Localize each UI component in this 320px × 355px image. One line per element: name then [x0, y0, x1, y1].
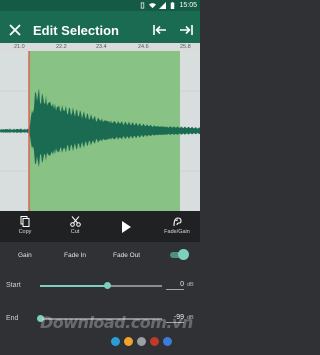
- status-bar: 15:05: [0, 0, 200, 11]
- mode-gain[interactable]: Gain: [18, 252, 32, 259]
- mode-toggle[interactable]: [168, 249, 189, 261]
- mode-fade-in[interactable]: Fade In: [64, 252, 86, 259]
- start-label: Start: [6, 282, 21, 289]
- edit-toolbar: Copy Cut Fade/Gain: [0, 211, 200, 242]
- watermark-dot: [163, 337, 172, 346]
- start-slider-thumb[interactable]: [103, 282, 111, 289]
- watermark-dots: [111, 337, 172, 346]
- fade-gain-button[interactable]: Fade/Gain: [157, 211, 197, 242]
- ruler-tick: 21.0: [14, 44, 25, 50]
- page-title: Edit Selection: [33, 23, 119, 38]
- end-label: End: [6, 315, 19, 322]
- waveform-view[interactable]: [0, 51, 200, 211]
- play-icon: [122, 221, 131, 233]
- ruler-tick: 22.2: [56, 44, 67, 50]
- ruler-tick: 23.4: [96, 44, 107, 50]
- status-icons: 15:05: [139, 1, 197, 10]
- status-time: 15:05: [179, 2, 197, 9]
- mode-fade-out[interactable]: Fade Out: [113, 252, 140, 259]
- signal-icon: [159, 2, 167, 9]
- ruler-tick: 24.6: [138, 44, 149, 50]
- wifi-icon: [149, 3, 157, 9]
- close-icon[interactable]: [7, 22, 23, 38]
- watermark-dot: [124, 337, 133, 346]
- watermark-dot: [111, 337, 120, 346]
- cut-button[interactable]: Cut: [55, 211, 95, 242]
- play-button[interactable]: [106, 211, 146, 242]
- watermark: Download.com.vn: [40, 313, 193, 332]
- copy-label: Copy: [18, 229, 32, 235]
- skip-to-end-icon[interactable]: [178, 22, 194, 38]
- start-value-input[interactable]: 0: [166, 280, 184, 290]
- fade-gain-label: Fade/Gain: [164, 229, 190, 235]
- fade-gain-icon: [172, 217, 182, 227]
- skip-to-start-icon[interactable]: [152, 22, 168, 38]
- battery-icon: [171, 2, 175, 9]
- scissors-icon: [69, 216, 81, 227]
- start-unit: dB: [187, 282, 194, 288]
- waveform-graphic: [0, 51, 200, 211]
- vibrate-icon: [141, 2, 145, 9]
- start-slider[interactable]: [40, 281, 162, 291]
- time-ruler: 21.0 22.2 23.4 24.6 25.8: [0, 43, 200, 51]
- ruler-tick: 25.8: [180, 44, 191, 50]
- watermark-dot: [137, 337, 146, 346]
- copy-icon: [20, 216, 30, 227]
- watermark-dot: [150, 337, 159, 346]
- cut-label: Cut: [70, 229, 80, 235]
- copy-button[interactable]: Copy: [5, 211, 45, 242]
